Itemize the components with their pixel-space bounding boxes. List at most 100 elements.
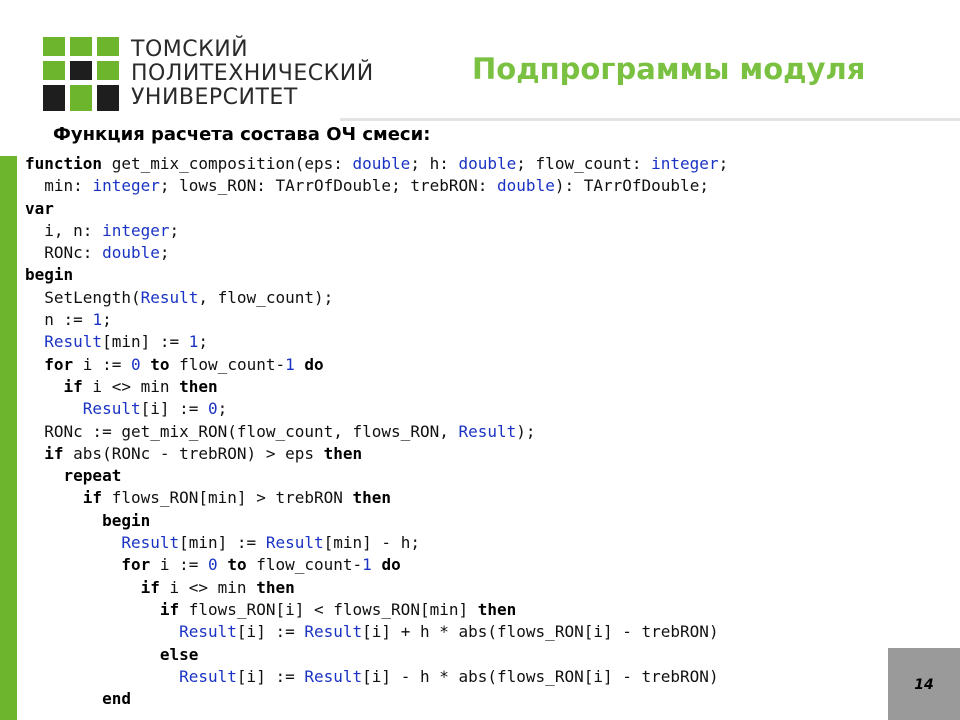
code-keyword: else [159,644,199,664]
code-text: i <> min [82,376,180,396]
code-line: Result[i] := Result[i] + h * abs(flows_R… [25,621,728,643]
code-keyword: do [381,555,401,575]
code-type-or-literal: integer [92,176,160,196]
code-text: ); [516,421,536,441]
code-text: [i] - h * abs(flows_RON[i] - trebRON) [362,666,719,686]
code-type-or-literal: 1 [188,332,199,352]
code-keyword: to [150,354,170,374]
slide-subtitle: Функция расчета состава ОЧ смеси: [53,124,431,145]
code-text: ; lows_RON: TArrOfDouble; trebRON: [159,176,498,196]
code-text: [min] := [179,533,266,553]
code-text: ; [198,332,209,352]
page-number: 14 [914,677,934,693]
code-line: SetLength(Result, flow_count); [25,287,728,309]
code-type-or-literal: integer [102,220,170,240]
code-keyword: then [323,443,363,463]
code-listing: function get_mix_composition(eps: double… [25,153,728,710]
code-text: ; [718,154,729,173]
code-type-or-literal: double [102,243,160,263]
code-text: , flow_count); [198,287,334,307]
code-keyword: for [44,354,74,374]
code-type-or-literal: Result [44,332,103,352]
code-keyword: to [227,555,247,575]
code-type-or-literal: 0 [208,555,218,575]
code-text: [min] := [102,332,189,352]
code-keyword: if [44,443,64,463]
code-keyword: repeat [63,466,122,486]
university-name-line1: ТОМСКИЙ [131,37,249,62]
code-line: RONc: double; [25,242,728,264]
code-text: min: [25,176,93,196]
code-line: for i := 0 to flow_count-1 do [25,354,728,376]
header-divider [340,118,960,121]
code-type-or-literal: 0 [208,399,218,419]
code-type-or-literal: double [497,176,555,196]
code-keyword: var [25,198,54,218]
code-line: if i <> min then [25,376,728,398]
code-keyword: end [102,689,131,709]
code-text: ; [159,243,170,263]
code-line: i, n: integer; [25,220,728,242]
code-text: SetLength( [25,287,141,307]
code-text: abs(RONc - trebRON) > eps [63,443,324,463]
code-text: flows_RON[min] > trebRON [102,488,353,508]
code-text: ; [217,399,228,419]
code-text: RONc := get_mix_RON(flow_count, flows_RO… [25,421,459,441]
code-keyword: then [352,488,392,508]
code-text: RONc: [25,243,103,263]
code-line: min: integer; lows_RON: TArrOfDouble; tr… [25,175,728,197]
code-type-or-literal: Result [140,287,199,307]
code-line: for i := 0 to flow_count-1 do [25,554,728,576]
code-keyword: if [82,488,103,508]
code-keyword: then [179,376,218,396]
code-keyword: then [477,599,517,619]
code-keyword: if [63,376,83,396]
code-text: flows_RON[i] < flows_RON[min] [179,599,478,619]
code-type-or-literal: double [458,154,517,173]
code-line: end [25,688,728,710]
code-text: [i] := [140,399,209,419]
code-type-or-literal: double [352,154,411,173]
page-number-box: 14 [888,648,960,720]
code-line: repeat [25,465,728,487]
code-text: i := [150,555,209,575]
code-keyword: function [25,154,103,173]
code-keyword: if [140,577,160,597]
code-keyword: begin [102,510,151,530]
code-line: else [25,644,728,666]
code-line: if abs(RONc - trebRON) > eps then [25,443,728,465]
code-line: n := 1; [25,309,728,331]
code-type-or-literal: 0 [130,354,141,374]
university-name: ТОМСКИЙ ПОЛИТЕХНИЧЕСКИЙ УНИВЕРСИТЕТ [131,38,374,110]
code-text: i, n: [25,220,103,240]
code-type-or-literal: 1 [92,310,103,330]
code-text: ; h: [410,154,459,173]
code-text: [i] + h * abs(flows_RON[i] - trebRON) [362,622,719,642]
code-line: if flows_RON[min] > trebRON then [25,487,728,509]
code-text: ): TArrOfDouble; [554,176,709,196]
code-line: if i <> min then [25,577,728,599]
code-text: ; flow_count: [516,154,652,173]
code-type-or-literal: Result [121,533,180,553]
code-text: ; [102,310,112,330]
code-line: var [25,198,728,220]
code-type-or-literal: Result [179,666,237,686]
code-line: begin [25,510,728,532]
code-keyword: for [121,555,151,575]
code-text: i := [73,354,131,374]
code-text: n := [25,310,93,330]
